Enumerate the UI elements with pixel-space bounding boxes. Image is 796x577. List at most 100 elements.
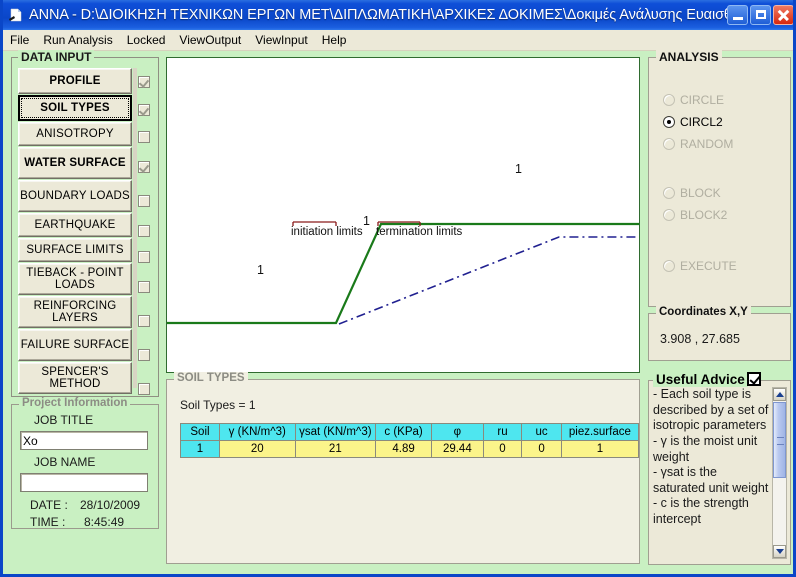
advice-line: - c is the strength intercept (653, 496, 749, 526)
maximize-icon[interactable] (750, 5, 771, 25)
data-input-button-tieback-point-loads[interactable]: TIEBACK - POINT LOADS (18, 263, 132, 295)
checkbox-icon[interactable] (138, 104, 150, 116)
checkbox-icon[interactable] (138, 281, 150, 293)
annotation-label-1: 1 (363, 214, 370, 228)
data-input-checkbox-cell[interactable] (138, 304, 154, 338)
radio-random[interactable]: RANDOM (663, 137, 733, 151)
data-input-checkbox-cell[interactable] (138, 218, 154, 244)
useful-advice-checkbox[interactable] (747, 372, 761, 386)
table-cell[interactable]: 20 (218, 440, 296, 458)
radio-block2-label: BLOCK2 (680, 208, 728, 222)
table-cell[interactable]: 0 (482, 440, 523, 458)
checkbox-icon[interactable] (138, 161, 150, 173)
table-header-row: Soil γ (KN/m^3) γsat (KN/m^3) c (KPa) φ ru uc p… (180, 423, 640, 441)
annotation-label-0: 1 (257, 263, 264, 277)
menu-item-viewinput[interactable]: ViewInput (248, 31, 314, 49)
data-input-button-spencer-s-method[interactable]: SPENCER'S METHOD (18, 362, 132, 394)
series-ground-profile (167, 222, 639, 325)
button-label: SOIL TYPES (40, 101, 110, 114)
coordinates-legend: Coordinates X,Y (656, 306, 751, 318)
menu-item-run-analysis[interactable]: Run Analysis (36, 31, 119, 49)
series-piezometric-surface (338, 236, 639, 325)
coordinates-value: 3.908 , 27.685 (660, 332, 740, 346)
radio-circle[interactable]: CIRCLE (663, 93, 724, 107)
project-information-panel: Project Information JOB TITLE Xo JOB NAM… (11, 397, 159, 529)
checkbox-icon[interactable] (138, 225, 150, 237)
scroll-down-icon[interactable] (773, 545, 786, 558)
table-cell[interactable]: 4.89 (375, 440, 433, 458)
minimize-icon[interactable] (727, 5, 748, 25)
date-label: DATE : (30, 498, 68, 512)
radio-block2[interactable]: BLOCK2 (663, 208, 727, 222)
project-information-legend: Project Information (19, 397, 131, 409)
checkbox-icon[interactable] (138, 383, 150, 395)
table-row[interactable]: 1 20 21 4.89 29.44 0 0 1 (180, 440, 640, 458)
column-header-0: Soil (180, 423, 220, 441)
data-input-checkbox-cell[interactable] (138, 150, 154, 184)
radio-execute-icon (663, 260, 675, 272)
data-input-checkbox-cell[interactable] (138, 372, 154, 406)
title-bar: ANNA - D:\ΔΙΟΙΚΗΣΗ ΤΕΧΝΙΚΩΝ ΕΡΓΩΝ ΜΕΤ\ΔΙ… (3, 0, 793, 30)
menu-item-locked[interactable]: Locked (120, 31, 173, 49)
job-title-input[interactable]: Xo (20, 431, 148, 450)
table-cell[interactable]: 29.44 (431, 440, 484, 458)
button-label: BOUNDARY LOADS (20, 189, 130, 202)
data-input-button-reinforcing-layers[interactable]: REINFORCING LAYERS (18, 296, 132, 328)
radio-execute[interactable]: EXECUTE (663, 259, 737, 273)
scroll-up-icon[interactable] (773, 388, 786, 401)
data-input-checkbox-cell[interactable] (138, 338, 154, 372)
menu-item-viewoutput[interactable]: ViewOutput (172, 31, 248, 49)
advice-line: - γ is the moist unit weight (653, 433, 758, 464)
job-name-label: JOB NAME (34, 455, 96, 469)
close-icon[interactable] (773, 5, 793, 25)
soil-types-table[interactable]: Soil γ (KN/m^3) γsat (KN/m^3) c (KPa) φ ru uc p… (180, 423, 640, 458)
checkbox-icon[interactable] (138, 76, 150, 88)
menu-item-file[interactable]: File (3, 31, 36, 49)
advice-line: - Each soil type is described by a set o… (653, 387, 769, 433)
data-input-checkbox-cell[interactable] (138, 184, 154, 218)
checkbox-icon[interactable] (138, 131, 150, 143)
useful-advice-scrollbar[interactable] (772, 387, 787, 559)
table-cell[interactable]: 21 (294, 440, 377, 458)
analysis-legend: ANALYSIS (656, 50, 722, 64)
button-label: SPENCER'S METHOD (41, 365, 109, 390)
radio-circl2[interactable]: CIRCL2 (663, 115, 723, 129)
data-input-checkbox-cell[interactable] (138, 270, 154, 304)
button-label: REINFORCING LAYERS (33, 299, 117, 324)
profile-plot: initiation limits termination limits 1 1 1 (167, 162, 639, 325)
menu-item-help[interactable]: Help (315, 31, 354, 49)
job-name-input[interactable] (20, 473, 148, 492)
data-input-checkbox-cell[interactable] (138, 124, 154, 150)
data-input-checkbox-cell[interactable] (138, 244, 154, 270)
useful-advice-panel: Useful Advice - Each soil type is descri… (648, 372, 791, 565)
analysis-panel: ANALYSIS CIRCLE CIRCL2 RANDOM BLOCK BLOC… (648, 50, 791, 307)
data-input-button-earthquake[interactable]: EARTHQUAKE (18, 213, 132, 237)
scrollbar-thumb[interactable] (773, 402, 786, 478)
checkbox-icon[interactable] (138, 315, 150, 327)
checkbox-icon[interactable] (138, 195, 150, 207)
checkbox-icon[interactable] (138, 251, 150, 263)
data-input-button-water-surface[interactable]: WATER SURFACE (18, 147, 132, 179)
profile-drawing-canvas[interactable]: initiation limits termination limits 1 1 1 (166, 57, 640, 373)
checkbox-icon[interactable] (138, 349, 150, 361)
radio-execute-label: EXECUTE (680, 259, 737, 273)
data-input-button-failure-surface[interactable]: FAILURE SURFACE (18, 329, 132, 361)
data-input-button-profile[interactable]: PROFILE (18, 68, 132, 94)
advice-line: - γsat is the saturated unit weight (653, 465, 769, 495)
radio-block[interactable]: BLOCK (663, 186, 721, 200)
data-input-button-soil-types[interactable]: SOIL TYPES (18, 95, 132, 121)
table-cell[interactable]: 1 (180, 440, 220, 458)
table-cell[interactable]: 1 (560, 440, 640, 458)
application-window: ANNA - D:\ΔΙΟΙΚΗΣΗ ΤΕΧΝΙΚΩΝ ΕΡΓΩΝ ΜΕΤ\ΔΙ… (0, 0, 796, 577)
data-input-button-boundary-loads[interactable]: BOUNDARY LOADS (18, 180, 132, 212)
data-input-checkbox-cell[interactable] (138, 68, 154, 96)
job-title-label: JOB TITLE (34, 413, 94, 427)
table-cell[interactable]: 0 (521, 440, 562, 458)
time-label: TIME : (30, 515, 66, 529)
data-input-checkbox-cell[interactable] (138, 96, 154, 124)
radio-random-icon (663, 138, 675, 150)
soil-types-panel: SOIL TYPES Soil Types = 1 Soil γ (KN/m^3)… (166, 372, 640, 564)
data-input-button-surface-limits[interactable]: SURFACE LIMITS (18, 238, 132, 262)
marker-label: termination limits (376, 226, 463, 238)
data-input-button-anisotropy[interactable]: ANISOTROPY (18, 122, 132, 146)
